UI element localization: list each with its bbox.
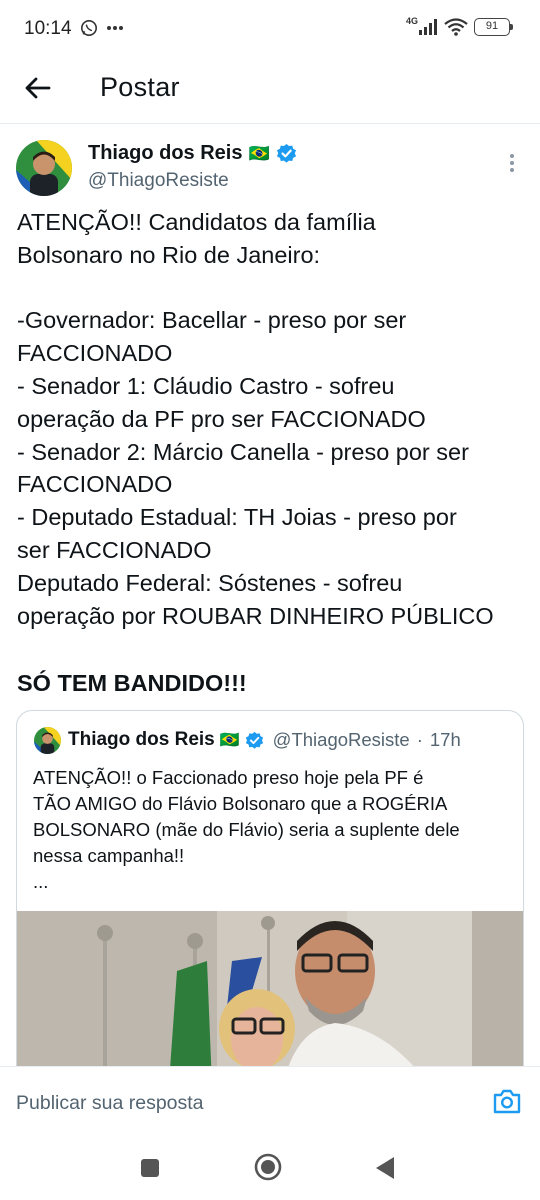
- verified-badge-icon: [276, 143, 296, 163]
- tweet-emphasis-text: SÓ TEM BANDIDO!!!: [17, 670, 247, 696]
- camera-icon[interactable]: [492, 1087, 522, 1115]
- quoted-tweet[interactable]: Thiago dos Reis 🇧🇷 @ThiagoResiste · 17h …: [16, 710, 524, 1110]
- reply-bar: [0, 1066, 540, 1140]
- quoted-separator: ·: [416, 729, 423, 750]
- verified-badge-icon: [245, 731, 263, 749]
- avatar[interactable]: [16, 140, 72, 196]
- brazil-flag-icon: 🇧🇷: [248, 143, 270, 163]
- author-handle[interactable]: @ThiagoResiste: [88, 170, 229, 192]
- page-title: Postar: [100, 72, 180, 102]
- system-nav-bar: [0, 1140, 540, 1200]
- battery-icon: 91: [474, 18, 513, 36]
- wifi-icon: [444, 18, 468, 36]
- reply-input[interactable]: [16, 1087, 456, 1119]
- whatsapp-icon: [81, 20, 97, 36]
- more-notifications-icon: [107, 26, 123, 30]
- network-label: 4G: [405, 16, 418, 26]
- quoted-avatar: [34, 727, 61, 754]
- quoted-author-handle: @ThiagoResiste: [272, 729, 410, 750]
- arrow-left-icon[interactable]: [22, 72, 54, 104]
- tweet-text: ATENÇÃO!! Candidatos da família Bolsonar…: [17, 209, 494, 629]
- signal-icon: [419, 19, 437, 35]
- home-icon[interactable]: [254, 1153, 282, 1181]
- status-time: 10:14: [24, 18, 72, 39]
- quoted-author-name: Thiago dos Reis: [68, 729, 215, 750]
- brazil-flag-icon: 🇧🇷: [219, 732, 240, 749]
- app-bar: Postar: [0, 56, 540, 124]
- status-bar: 10:14 4G 91: [0, 0, 540, 56]
- back-triangle-icon[interactable]: [374, 1156, 396, 1180]
- recent-apps-icon[interactable]: [140, 1158, 160, 1178]
- quoted-timestamp: 17h: [429, 729, 461, 750]
- more-vertical-icon[interactable]: [505, 152, 519, 174]
- author-name[interactable]: Thiago dos Reis: [88, 142, 242, 165]
- quoted-tweet-text: ATENÇÃO!! o Faccionado preso hoje pela P…: [33, 767, 460, 892]
